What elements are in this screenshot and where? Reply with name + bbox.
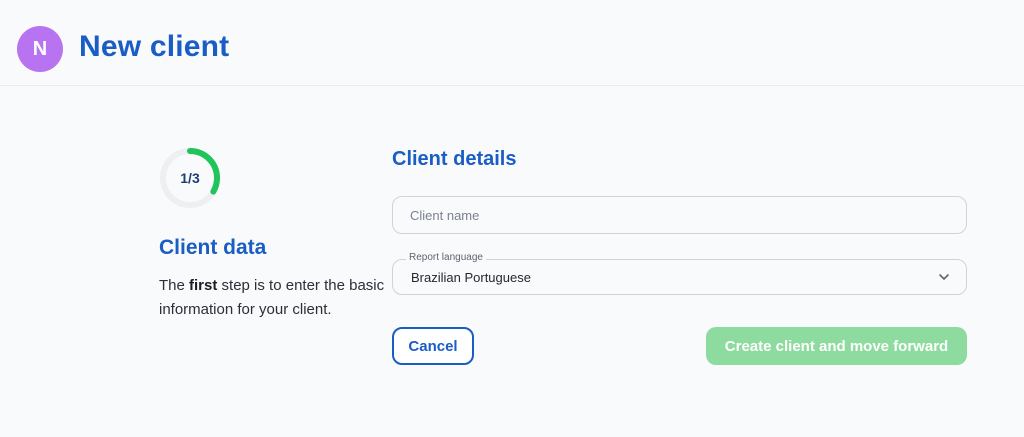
avatar-initial: N bbox=[32, 37, 48, 60]
report-language-select[interactable]: Report language Brazilian Portuguese bbox=[392, 252, 967, 295]
cancel-button[interactable]: Cancel bbox=[392, 327, 474, 365]
step-description: The first step is to enter the basic inf… bbox=[159, 274, 399, 322]
step-progress-ring: 1/3 bbox=[158, 146, 222, 210]
report-language-value: Brazilian Portuguese bbox=[411, 270, 531, 285]
step-title: Client data bbox=[159, 236, 267, 259]
avatar: N bbox=[17, 26, 63, 72]
report-language-label: Report language bbox=[406, 252, 486, 263]
page-header: N New client bbox=[0, 0, 1024, 86]
chevron-down-icon bbox=[939, 274, 949, 280]
section-title: Client details bbox=[392, 148, 517, 170]
client-name-input[interactable] bbox=[392, 196, 967, 234]
step-desc-prefix: The bbox=[159, 277, 190, 294]
create-client-button[interactable]: Create client and move forward bbox=[706, 327, 967, 365]
page-title: New client bbox=[79, 30, 230, 63]
step-desc-bold: first bbox=[189, 277, 218, 294]
progress-label: 1/3 bbox=[180, 170, 200, 186]
